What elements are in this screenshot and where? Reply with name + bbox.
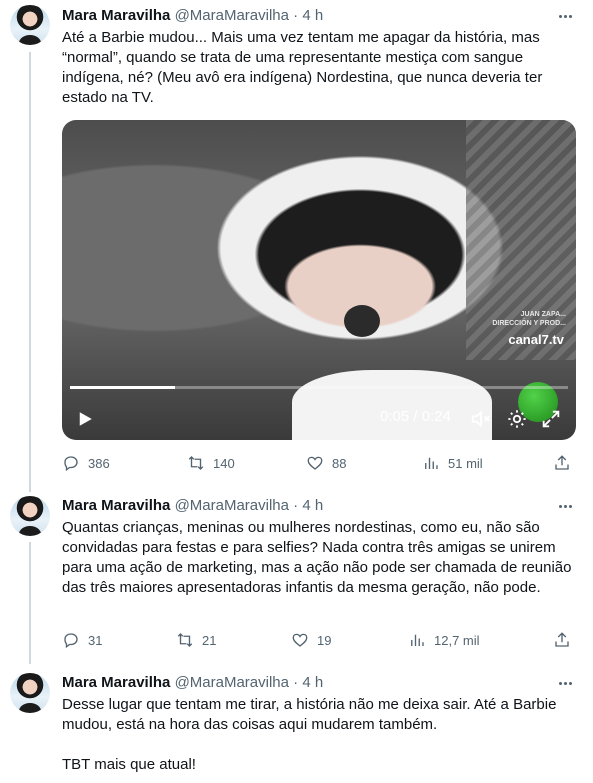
retweet-button[interactable]: 21 [176, 630, 216, 650]
thread-line [29, 52, 31, 492]
microphone-image [344, 305, 380, 337]
tweet-text: Quantas crianças, meninas ou mulheres no… [62, 519, 572, 596]
retweet-button[interactable]: 140 [187, 453, 235, 473]
tweet-actions: 386 140 88 51 mil [62, 453, 577, 473]
avatar[interactable] [10, 5, 50, 45]
views-icon [411, 634, 424, 646]
tweet-text: Desse lugar que tentam me tirar, a histó… [62, 696, 557, 733]
mute-icon[interactable] [470, 408, 492, 430]
tweet-header: Mara Maravilha @MaraMaravilha · 4 h [62, 496, 323, 516]
tweet-header: Mara Maravilha @MaraMaravilha · 4 h [62, 673, 323, 693]
reply-button[interactable]: 31 [62, 630, 102, 650]
separator-dot: · [293, 674, 299, 691]
share-button[interactable] [553, 630, 571, 650]
share-icon [555, 632, 569, 647]
settings-gear-icon[interactable] [506, 408, 528, 430]
video-banner: JUAN ZAPA... DIRECCIÓN Y PROD... [492, 311, 566, 327]
more-options-icon[interactable] [555, 496, 575, 516]
video-progress-bar[interactable] [70, 386, 568, 389]
thread-line [29, 542, 31, 664]
like-button[interactable]: 19 [291, 630, 331, 650]
views-button[interactable]: 12,7 mil [408, 630, 480, 650]
author-handle[interactable]: @MaraMaravilha [175, 497, 289, 514]
avatar[interactable] [10, 496, 50, 536]
share-icon [555, 455, 569, 470]
video-time: 0:05 / 0:24 [380, 408, 451, 425]
video-controls: 0:05 / 0:24 [62, 400, 576, 436]
reply-icon [64, 456, 78, 472]
video-player[interactable]: JUAN ZAPA... DIRECCIÓN Y PROD... canal7.… [62, 120, 576, 440]
tweet-text-line2: TBT mais que atual! [62, 756, 196, 773]
tweet-text: Até a Barbie mudou... Mais uma vez tenta… [62, 29, 543, 106]
author-name[interactable]: Mara Maravilha [62, 497, 170, 514]
tweet-header: Mara Maravilha @MaraMaravilha · 4 h [62, 6, 323, 26]
retweet-icon [177, 633, 193, 647]
separator-dot: · [293, 7, 299, 24]
reply-icon [64, 633, 78, 649]
share-button[interactable] [553, 453, 571, 473]
tweet-actions: 31 21 19 12,7 mil [62, 630, 577, 650]
more-options-icon[interactable] [555, 673, 575, 693]
retweet-icon [188, 456, 204, 470]
tweet-time[interactable]: 4 h [302, 674, 323, 691]
views-icon [425, 457, 438, 469]
heart-icon [292, 633, 308, 647]
video-progress-fill [70, 386, 175, 389]
tweet-time[interactable]: 4 h [302, 497, 323, 514]
separator-dot: · [293, 497, 299, 514]
play-icon[interactable] [76, 410, 94, 428]
heart-icon [307, 456, 323, 470]
reply-button[interactable]: 386 [62, 453, 110, 473]
like-button[interactable]: 88 [306, 453, 346, 473]
author-handle[interactable]: @MaraMaravilha [175, 7, 289, 24]
fullscreen-icon[interactable] [540, 408, 562, 430]
more-options-icon[interactable] [555, 6, 575, 26]
video-watermark: canal7.tv [508, 332, 564, 347]
author-handle[interactable]: @MaraMaravilha [175, 674, 289, 691]
author-name[interactable]: Mara Maravilha [62, 674, 170, 691]
views-button[interactable]: 51 mil [422, 453, 483, 473]
avatar[interactable] [10, 673, 50, 713]
author-name[interactable]: Mara Maravilha [62, 7, 170, 24]
tweet-time[interactable]: 4 h [302, 7, 323, 24]
